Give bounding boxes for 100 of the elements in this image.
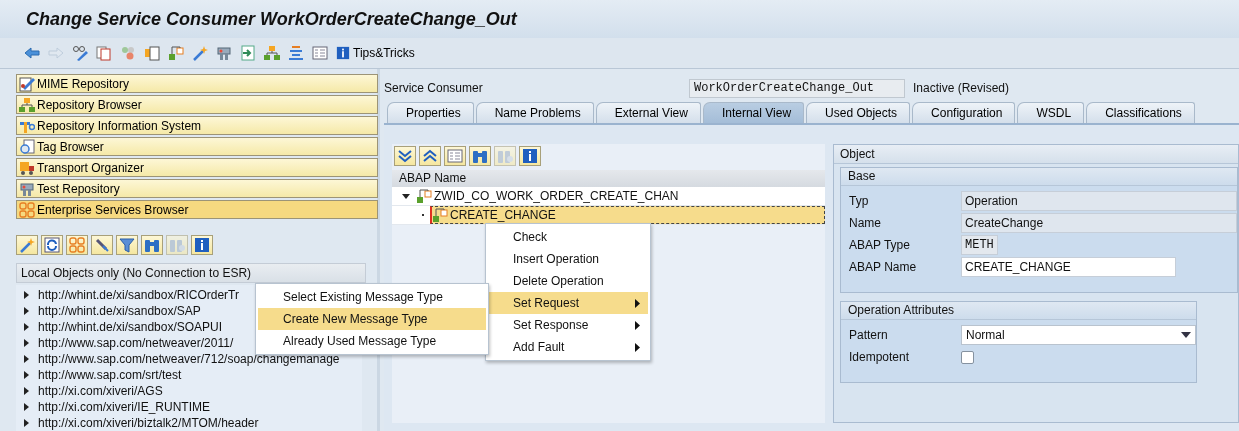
machine-icon[interactable] xyxy=(216,45,232,61)
group-title: Base xyxy=(841,168,1237,186)
expand-triangle-icon[interactable] xyxy=(22,403,30,411)
expand-triangle-icon[interactable] xyxy=(22,387,30,395)
field-label: ABAP Name xyxy=(848,260,918,274)
menu-item[interactable]: Check xyxy=(488,226,648,248)
menu-item[interactable]: Insert Operation xyxy=(488,248,648,270)
tab[interactable]: Name Problems xyxy=(475,102,594,123)
wand-icon[interactable] xyxy=(192,45,208,61)
funnel-button[interactable] xyxy=(116,235,138,255)
object-type-label: Service Consumer xyxy=(384,81,484,95)
tab[interactable]: External View xyxy=(595,102,701,123)
expand-triangle-icon[interactable] xyxy=(22,339,30,347)
namespace-item[interactable]: http://xi.com/xiveri/AGS xyxy=(38,384,163,398)
menu-item[interactable]: Delete Operation xyxy=(488,270,648,292)
namespace-item[interactable]: http://www.sap.com/srt/test xyxy=(38,368,182,382)
submenu-arrow-icon xyxy=(635,320,640,330)
four-squares-icon xyxy=(19,201,35,218)
org-chart-icon[interactable] xyxy=(264,45,280,61)
menu-item[interactable]: Set Request xyxy=(488,292,648,314)
column-header: ABAP Name xyxy=(392,170,825,187)
tab[interactable]: Properties xyxy=(387,102,474,123)
group-title: Operation Attributes xyxy=(841,302,1196,320)
machine-icon xyxy=(19,180,35,197)
tab[interactable]: Configuration xyxy=(912,102,1016,123)
value-field[interactable]: CREATE_CHANGE xyxy=(961,257,1176,277)
navigation-label: Tag Browser xyxy=(37,139,104,154)
menu-item[interactable]: Add Fault xyxy=(488,336,648,358)
menu-item[interactable]: Create New Message Type xyxy=(258,308,486,330)
list-icon[interactable] xyxy=(312,45,328,61)
navigation-label: Enterprise Services Browser xyxy=(37,202,189,217)
idempotent-checkbox[interactable] xyxy=(961,350,974,364)
object-name-field: WorkOrderCreateChange_Out xyxy=(689,78,905,98)
info-button[interactable] xyxy=(191,235,213,255)
namespace-item[interactable]: http://xi.com/xiveri/IE_RUNTIME xyxy=(38,400,211,414)
expand-triangle-icon[interactable] xyxy=(22,291,30,299)
navigation-button[interactable]: MIME Repository xyxy=(16,74,378,93)
pencil-document-icon xyxy=(19,75,35,92)
info-icon xyxy=(336,46,350,60)
pattern-dropdown[interactable]: Normal xyxy=(961,325,1196,345)
field-label: Pattern xyxy=(848,328,889,342)
expand-triangle-icon[interactable] xyxy=(22,371,30,379)
info-button[interactable] xyxy=(519,146,541,166)
status-label: Inactive (Revised) xyxy=(913,81,1010,95)
menu-item[interactable]: Already Used Message Type xyxy=(258,330,486,352)
dropdown-caret-icon xyxy=(1181,332,1191,338)
navigation-button[interactable]: Repository Browser xyxy=(16,95,378,114)
binoculars-button[interactable] xyxy=(469,146,491,166)
expand-triangle-icon[interactable] xyxy=(402,192,410,200)
navigation-button[interactable]: Repository Information System xyxy=(16,116,378,135)
stacked-lines-icon[interactable] xyxy=(288,45,304,61)
hierarchy-icon[interactable] xyxy=(168,45,184,61)
expand-triangle-icon[interactable] xyxy=(22,419,30,427)
wand-button[interactable] xyxy=(16,235,38,255)
value-field: Operation xyxy=(961,191,1237,211)
namespace-item[interactable]: http://whint.de/xi/sandbox/SAP xyxy=(38,304,201,318)
submenu-arrow-icon xyxy=(635,342,640,352)
panel-title: Object xyxy=(834,145,1238,164)
document-icon[interactable] xyxy=(144,45,160,61)
magnifier-document-icon xyxy=(19,138,35,155)
navigation-label: Test Repository xyxy=(37,181,120,196)
navigation-label: Repository Information System xyxy=(37,118,202,133)
menu-item[interactable]: Set Response xyxy=(488,314,648,336)
namespace-item[interactable]: http://www.sap.com/netweaver/712/soap/changemanage xyxy=(38,352,340,366)
expand-triangle-icon[interactable] xyxy=(22,307,30,315)
refresh-button[interactable] xyxy=(41,235,63,255)
glasses-pencil-icon[interactable] xyxy=(72,45,88,61)
submenu-arrow-icon xyxy=(635,298,640,308)
navigation-label: Transport Organizer xyxy=(37,160,144,175)
tab[interactable]: WSDL xyxy=(1017,102,1085,123)
navigation-label: MIME Repository xyxy=(37,76,130,91)
navigation-button[interactable]: Test Repository xyxy=(16,179,378,198)
value-field: CreateChange xyxy=(961,213,1237,233)
namespace-item[interactable]: http://www.sap.com/netweaver/2011/ xyxy=(38,336,234,350)
tab[interactable]: Used Objects xyxy=(806,102,911,123)
list-button[interactable] xyxy=(444,146,466,166)
binoculars-button[interactable] xyxy=(141,235,163,255)
tree-node[interactable]: CREATE_CHANGE xyxy=(430,206,825,224)
navigation-button[interactable]: Tag Browser xyxy=(16,137,378,156)
namespace-item[interactable]: http://xi.com/xiveri/biztalk2/MTOM/header xyxy=(38,416,259,430)
field-label: Name xyxy=(848,216,882,230)
expand-triangle-icon[interactable] xyxy=(22,355,30,363)
navigation-button[interactable]: Transport Organizer xyxy=(16,158,378,177)
namespace-item[interactable]: http://whint.de/xi/sandbox/RICOrderTr xyxy=(38,288,239,302)
truck-icon xyxy=(19,159,35,176)
expand-triangle-icon[interactable] xyxy=(22,323,30,331)
tab[interactable]: Classifications xyxy=(1086,102,1195,123)
copy-icon[interactable] xyxy=(96,45,112,61)
tab[interactable]: Internal View xyxy=(702,102,805,123)
tips-button[interactable]: Tips&Tricks xyxy=(336,46,415,60)
plug-button[interactable] xyxy=(91,235,113,255)
left-arrow-icon[interactable] xyxy=(24,45,40,61)
field-label: Typ xyxy=(848,194,870,208)
navigation-button[interactable]: Enterprise Services Browser xyxy=(16,200,378,219)
double-chevron-down-button[interactable] xyxy=(394,146,416,166)
navigation-label: Repository Browser xyxy=(37,97,142,112)
field-label: ABAP Type xyxy=(848,238,911,252)
double-chevron-up-button[interactable] xyxy=(419,146,441,166)
menu-item[interactable]: Select Existing Message Type xyxy=(258,286,486,308)
namespace-item[interactable]: http://whint.de/xi/sandbox/SOAPUI xyxy=(38,320,223,334)
